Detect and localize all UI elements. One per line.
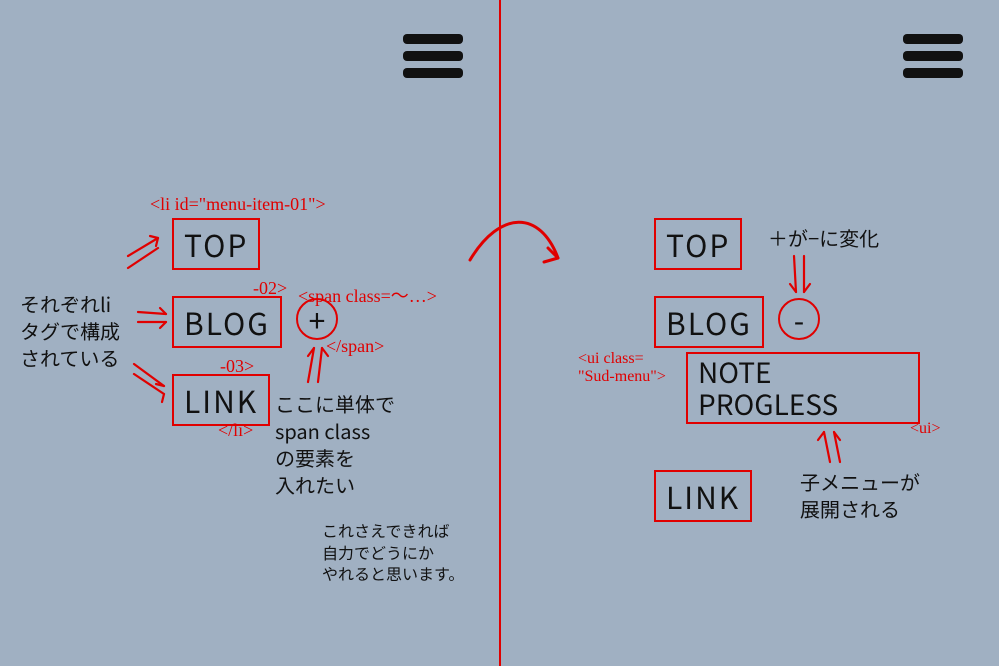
expand-toggle-minus[interactable]: -	[778, 298, 820, 340]
state-after-pane: TOP BLOG - NOTE PROGLESS LINK <ui class=…	[500, 0, 999, 666]
menu-item-label: LINK	[666, 474, 740, 518]
code-id-02: -02>	[253, 278, 287, 299]
code-span-open: <span class=〜…>	[298, 282, 437, 308]
code-ul-close: <ui>	[910, 420, 941, 438]
menu-item-label: LINK	[184, 378, 258, 422]
note-sign-change: ＋が−に変化	[768, 224, 879, 251]
menu-item-link[interactable]: LINK	[172, 374, 270, 426]
code-li-close: </li>	[218, 420, 253, 441]
submenu[interactable]: NOTE PROGLESS	[686, 352, 920, 424]
menu-item-label: BLOG	[184, 300, 270, 344]
code-li-open: <li id="menu-item-01">	[150, 194, 326, 215]
menu-item-label: TOP	[666, 222, 730, 266]
hamburger-icon[interactable]	[903, 34, 963, 78]
menu-item-blog[interactable]: BLOG	[172, 296, 282, 348]
state-before-pane: TOP BLOG LINK + <li id="menu-item-01"> -…	[0, 0, 499, 666]
menu-item-link[interactable]: LINK	[654, 470, 752, 522]
menu-item-label: TOP	[184, 222, 248, 266]
menu-item-blog[interactable]: BLOG	[654, 296, 764, 348]
code-ul-open: <ui class= "Sud-menu">	[578, 350, 666, 385]
code-id-03: -03>	[220, 356, 254, 377]
menu-item-label: BLOG	[666, 300, 752, 344]
minus-icon: -	[794, 297, 804, 341]
hamburger-icon[interactable]	[403, 34, 463, 78]
note-span-want: ここに単体で span class の要素を 入れたい	[275, 390, 395, 498]
note-li-structure: それぞれli タグで構成 されている	[20, 290, 120, 371]
menu-item-top[interactable]: TOP	[172, 218, 260, 270]
submenu-item-progless[interactable]: PROGLESS	[698, 388, 908, 420]
note-footnote: これさえできれば 自力でどうにか やれると思います。	[322, 520, 464, 585]
menu-item-top[interactable]: TOP	[654, 218, 742, 270]
code-span-close: </span>	[326, 336, 384, 357]
note-submenu-expand: 子メニューが 展開される	[800, 468, 920, 522]
